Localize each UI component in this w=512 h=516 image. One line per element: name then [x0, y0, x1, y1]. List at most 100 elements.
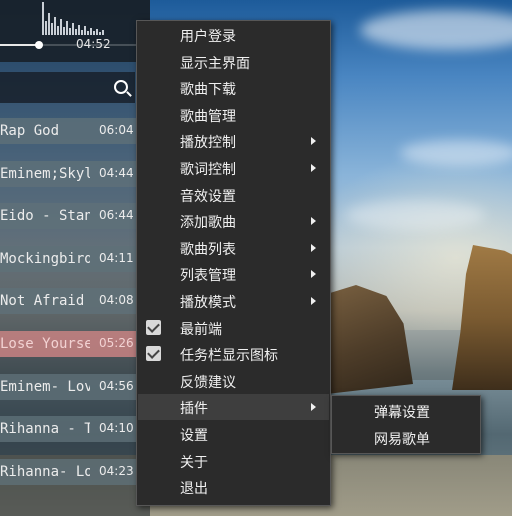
chevron-right-icon — [311, 270, 316, 279]
spectrum-bar — [102, 30, 104, 35]
menu-item[interactable]: 歌词控制 — [138, 155, 329, 181]
menu-item[interactable]: 关于 — [138, 448, 329, 474]
song-duration: 04:56 — [99, 378, 134, 393]
menu-item[interactable]: 播放控制 — [138, 128, 329, 154]
menu-item-label: 播放控制 — [180, 135, 236, 152]
chevron-right-icon — [311, 137, 316, 146]
menu-item-label: 设置 — [180, 428, 208, 444]
plugin-submenu: 弹幕设置 网易歌单 — [331, 395, 481, 454]
song-duration: 05:26 — [99, 335, 134, 350]
song-title: Eminem;Skyla — [0, 165, 90, 182]
chevron-right-icon — [311, 243, 316, 252]
menu-item-label: 列表管理 — [180, 268, 236, 285]
song-row[interactable]: Eminem- Lov 04:56 — [0, 373, 150, 400]
song-title: Eido - Stan — [0, 208, 90, 225]
spectrum-bar — [42, 2, 44, 35]
checkbox-checked-icon — [146, 319, 161, 335]
menu-item-label: 歌曲管理 — [180, 108, 236, 125]
spectrum-bar — [63, 27, 65, 35]
search-bar[interactable] — [0, 72, 135, 103]
submenu-item[interactable]: 弹幕设置 — [333, 398, 479, 424]
current-time: 04:52 — [76, 37, 111, 51]
spectrum-bar — [54, 17, 56, 35]
menu-item[interactable]: 最前端 — [138, 315, 329, 341]
menu-item-label: 歌曲下载 — [180, 82, 236, 99]
menu-item-label: 音效设置 — [180, 188, 236, 205]
menu-item-label: 添加歌曲 — [180, 215, 236, 232]
song-title: Mockingbird — [0, 250, 90, 267]
song-duration: 04:23 — [99, 463, 134, 478]
song-title: Rihanna- Lov — [0, 463, 90, 480]
song-title: Eminem- Lov — [0, 378, 90, 395]
spectrum-bar — [69, 28, 71, 35]
menu-item[interactable]: 用户登录 — [138, 22, 329, 48]
song-row[interactable]: Rap God 06:04 — [0, 118, 150, 144]
song-title: Not Afraid — [0, 293, 85, 310]
menu-item[interactable]: 显示主界面 — [138, 49, 329, 75]
menu-item[interactable]: 添加歌曲 — [138, 208, 329, 234]
spectrum-bar — [45, 21, 47, 35]
menu-item[interactable]: 歌曲管理 — [138, 102, 329, 128]
menu-item-label: 歌词控制 — [180, 162, 236, 178]
song-title: Lose Yourse — [0, 335, 90, 352]
submenu-item-label: 弹幕设置 — [374, 405, 430, 421]
song-row-active[interactable]: Lose Yourse 05:26 — [0, 330, 150, 357]
menu-item[interactable]: 歌曲下载 — [138, 75, 329, 101]
song-row[interactable]: Eido - Stan 06:44 — [0, 203, 150, 230]
tray-context-menu: 用户登录显示主界面歌曲下载歌曲管理播放控制歌词控制音效设置添加歌曲歌曲列表列表管… — [136, 20, 331, 506]
menu-item[interactable]: 退出 — [138, 474, 329, 500]
menu-item-label: 显示主界面 — [180, 55, 250, 72]
spectrum-bar — [78, 25, 80, 35]
menu-item-label: 用户登录 — [180, 29, 236, 45]
spectrum-bar — [72, 23, 74, 35]
submenu-item-label: 网易歌单 — [374, 431, 430, 448]
search-icon[interactable] — [114, 80, 128, 94]
menu-item[interactable]: 反馈建议 — [138, 368, 329, 394]
song-duration: 04:10 — [99, 421, 134, 436]
spectrum-bar — [81, 30, 83, 35]
progress-bar[interactable] — [0, 41, 150, 49]
menu-item-label: 歌曲列表 — [180, 241, 236, 258]
chevron-right-icon — [311, 297, 316, 305]
song-duration: 06:44 — [99, 208, 134, 223]
song-row[interactable]: Eminem;Skyla 04:44 — [0, 160, 150, 187]
submenu-item[interactable]: 网易歌单 — [333, 425, 479, 451]
menu-item-label: 反馈建议 — [180, 374, 236, 391]
spectrum-bar — [99, 32, 101, 35]
chevron-right-icon — [311, 403, 316, 412]
menu-item[interactable]: 设置 — [138, 421, 329, 447]
menu-item-label: 退出 — [180, 481, 208, 498]
menu-item[interactable]: 列表管理 — [138, 261, 329, 287]
audio-spectrum — [42, 2, 104, 35]
song-duration: 04:08 — [99, 293, 134, 308]
song-title: Rap God — [0, 123, 60, 139]
song-row[interactable]: Rihanna - The 04:10 — [0, 416, 150, 443]
song-duration: 04:11 — [99, 250, 134, 265]
spectrum-bar — [87, 31, 89, 35]
song-duration: 06:04 — [99, 123, 134, 137]
spectrum-bar — [84, 26, 86, 35]
song-row[interactable]: Not Afraid 04:08 — [0, 288, 150, 315]
menu-item[interactable]: 音效设置 — [138, 182, 329, 208]
menu-item[interactable]: 任务栏显示图标 — [138, 341, 329, 367]
spectrum-bar — [96, 29, 98, 35]
spectrum-bar — [51, 23, 53, 35]
spectrum-bar — [66, 21, 68, 35]
menu-item[interactable]: 播放模式 — [138, 288, 329, 314]
menu-item[interactable]: 歌曲列表 — [138, 235, 329, 261]
progress-knob[interactable] — [35, 41, 43, 49]
menu-item[interactable]: 插件 — [138, 394, 329, 421]
menu-item-label: 插件 — [180, 401, 208, 418]
menu-item-label: 播放模式 — [180, 295, 236, 311]
music-player-window: 04:52 Rap God 06:04 Eminem;Skyla 04:44 Eido … — [0, 0, 150, 516]
spectrum-bar — [75, 29, 77, 35]
chevron-right-icon — [311, 217, 316, 226]
song-row[interactable]: Rihanna- Lov 04:23 — [0, 458, 150, 485]
song-row[interactable]: Mockingbird 04:11 — [0, 245, 150, 272]
spectrum-bar — [90, 28, 92, 35]
menu-item-label: 任务栏显示图标 — [180, 348, 278, 365]
song-title: Rihanna - The — [0, 421, 90, 438]
spectrum-bar — [57, 26, 59, 35]
spectrum-bar — [48, 13, 50, 35]
song-duration: 04:44 — [99, 165, 134, 180]
